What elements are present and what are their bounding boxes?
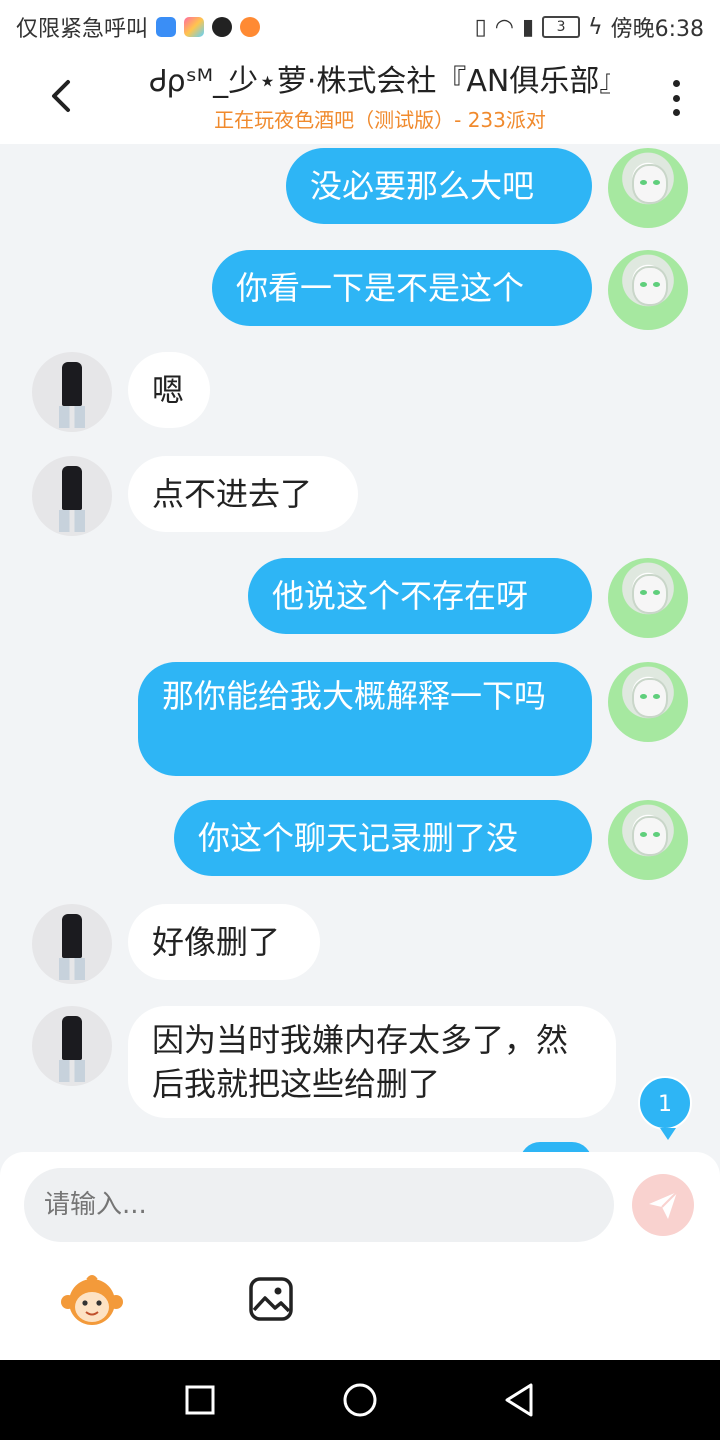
- message-row: 你看一下是不是这个: [0, 250, 720, 330]
- message-text: 点不进去了: [152, 475, 313, 513]
- chat-title: Ꮷρˢᴹ_少⋆萝·株式会社『AN俱乐部』.: [150, 64, 610, 99]
- avatar-face: [632, 164, 668, 204]
- back-button[interactable]: [40, 74, 84, 118]
- charging-icon: ϟ: [588, 14, 603, 40]
- message-text: 嗯: [152, 371, 185, 409]
- system-nav-bar: [0, 1360, 720, 1440]
- back-nav-button[interactable]: [498, 1378, 542, 1422]
- recent-apps-button[interactable]: [178, 1378, 222, 1422]
- message-text: 因为当时我嫌内存太多了，然后我就把这些给删了: [152, 1021, 569, 1103]
- message-input[interactable]: [24, 1168, 614, 1242]
- tiktok-icon: [212, 17, 233, 37]
- avatar-face: [632, 678, 668, 718]
- vibrate-icon: ▯: [474, 14, 487, 40]
- message-text: 那你能给我大概解释一下吗: [162, 677, 547, 715]
- more-options-button[interactable]: [656, 76, 696, 120]
- colorful-app-icon: [184, 17, 205, 37]
- message-row: 嗯: [0, 352, 720, 432]
- image-button[interactable]: [248, 1276, 294, 1322]
- message-bubble-other[interactable]: 好像删了: [128, 904, 320, 980]
- my-avatar[interactable]: [608, 558, 688, 638]
- avatar-face: [632, 266, 668, 306]
- clock: 傍晚6:38: [610, 17, 704, 42]
- message-row: 好像删了: [0, 904, 720, 984]
- chevron-left-icon: [52, 80, 70, 112]
- message-bubble-other[interactable]: 嗯: [128, 352, 210, 428]
- circle-icon: [343, 1383, 377, 1417]
- message-text: 他说这个不存在呀: [272, 577, 529, 615]
- chat-subtitle[interactable]: 正在玩夜色酒吧（测试版）- 233派对: [150, 104, 610, 133]
- my-avatar[interactable]: [608, 800, 688, 880]
- triangle-back-icon: [505, 1383, 533, 1417]
- message-row: 那你能给我大概解释一下吗: [0, 662, 720, 778]
- contact-avatar[interactable]: [32, 352, 112, 432]
- message-bubble-mine[interactable]: 你看一下是不是这个: [212, 250, 592, 326]
- chat-header: Ꮷρˢᴹ_少⋆萝·株式会社『AN俱乐部』. 正在玩夜色酒吧（测试版）- 233派…: [0, 50, 720, 144]
- send-icon: [649, 1191, 678, 1219]
- more-dot-icon: [672, 109, 680, 116]
- message-bubble-mine[interactable]: 他说这个不存在呀: [248, 558, 592, 634]
- square-icon: [185, 1385, 215, 1415]
- contact-avatar[interactable]: [32, 904, 112, 984]
- message-row: 因为当时我嫌内存太多了，然后我就把这些给删了: [0, 1006, 720, 1122]
- send-button[interactable]: [632, 1174, 694, 1236]
- composer: [0, 1152, 720, 1360]
- avatar-face: [632, 816, 668, 856]
- contact-avatar[interactable]: [32, 456, 112, 536]
- message-text: 好像删了: [152, 923, 281, 961]
- avatar-face: [632, 574, 668, 614]
- monkey-emoji-icon: [61, 1275, 123, 1325]
- more-dot-icon: [672, 80, 680, 87]
- contact-avatar[interactable]: [32, 1006, 112, 1086]
- message-list[interactable]: 没必要那么大吧 你看一下是不是这个 嗯 点不进去了 他说这个不存在呀 那你能给我…: [0, 144, 720, 1154]
- message-bubble-other[interactable]: 点不进去了: [128, 456, 358, 532]
- status-bar: 仅限紧急呼叫 ▯ ◠ ▮ 3 ϟ 傍晚6:38: [0, 0, 720, 50]
- message-row: 你这个聊天记录删了没: [0, 800, 720, 880]
- message-bubble-other[interactable]: 因为当时我嫌内存太多了，然后我就把这些给删了: [128, 1006, 616, 1118]
- home-button[interactable]: [338, 1378, 382, 1422]
- emoji-button[interactable]: [60, 1274, 124, 1328]
- sim-icon: ▮: [521, 14, 535, 40]
- my-avatar[interactable]: [608, 250, 688, 330]
- message-bubble-mine[interactable]: 你这个聊天记录删了没: [174, 800, 592, 876]
- my-avatar[interactable]: [608, 662, 688, 742]
- message-text: 没必要那么大吧: [310, 167, 535, 205]
- battery-icon: 3: [542, 16, 581, 38]
- message-row: 他说这个不存在呀: [0, 558, 720, 638]
- message-row: 点不进去了: [0, 456, 720, 536]
- message-text: 你看一下是不是这个: [236, 269, 525, 307]
- shield-app-icon: [156, 17, 177, 37]
- carrier-text: 仅限紧急呼叫: [16, 17, 149, 42]
- more-dot-icon: [672, 94, 680, 102]
- message-row: 没必要那么大吧: [0, 148, 720, 228]
- image-icon: [249, 1277, 293, 1321]
- message-text: 你这个聊天记录删了没: [198, 819, 519, 857]
- orange-app-icon: [240, 17, 261, 37]
- unread-count-badge[interactable]: 1: [638, 1076, 692, 1140]
- message-bubble-mine[interactable]: 那你能给我大概解释一下吗: [138, 662, 592, 776]
- message-bubble-mine[interactable]: 没必要那么大吧: [286, 148, 592, 224]
- wifi-icon: ◠: [494, 14, 514, 40]
- my-avatar[interactable]: [608, 148, 688, 228]
